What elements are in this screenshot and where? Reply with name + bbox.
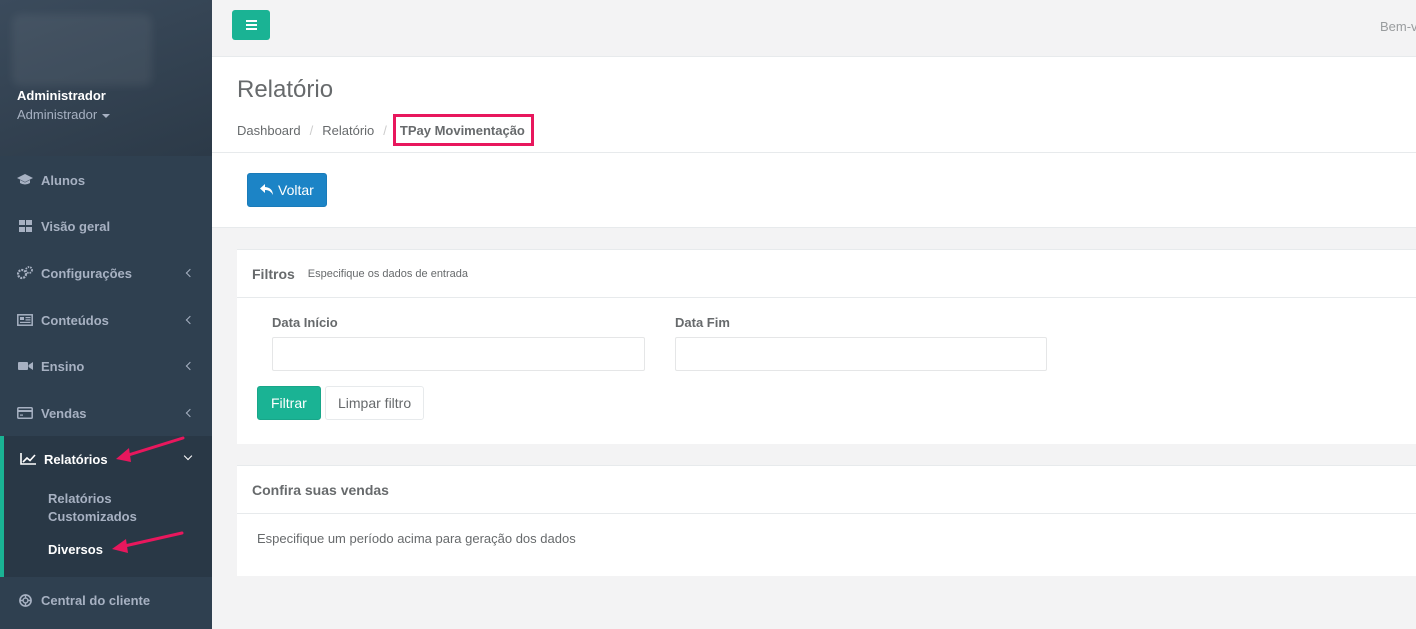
breadcrumb-relatorio[interactable]: Relatório (322, 123, 374, 138)
sidebar-item-label: Visão geral (41, 218, 111, 234)
cogs-icon (17, 266, 33, 280)
hamburger-icon (245, 28, 257, 30)
sales-empty-message: Especifique um período acima para geraçã… (257, 531, 576, 546)
sidebar-item-label: Conteúdos (41, 312, 109, 328)
profile-avatar (12, 14, 152, 86)
sidebar-item-label: Configurações (41, 265, 133, 281)
clear-filter-button[interactable]: Limpar filtro (325, 386, 425, 420)
filters-title: Filtros (252, 265, 295, 282)
reply-icon (260, 184, 273, 195)
submenu-item-relatorios-customizados[interactable]: Relatórios Customizados (48, 490, 168, 526)
th-large-icon (17, 219, 33, 233)
page-heading: Relatório Dashboard / Relatório / TPay M… (212, 57, 1416, 153)
sidebar-item-configuracoes[interactable]: Configurações (0, 250, 212, 296)
filters-subtitle: Especifique os dados de entrada (307, 267, 469, 280)
video-camera-icon (17, 359, 33, 373)
newspaper-icon (17, 313, 33, 327)
chevron-left-icon (185, 315, 195, 325)
chevron-left-icon (185, 268, 195, 278)
chevron-left-icon (185, 408, 195, 418)
breadcrumb-separator: / (383, 122, 387, 138)
filters-panel: Filtros Especifique os dados de entrada … (237, 249, 1416, 444)
end-date-input[interactable] (675, 337, 1047, 371)
breadcrumb: Dashboard / Relatório / TPay Movimentaçã… (237, 114, 534, 146)
profile-role-label: Administrador (17, 107, 98, 122)
sidebar-item-label: Relatórios (44, 451, 108, 467)
sales-panel-header: Confira suas vendas (237, 466, 1416, 514)
back-button-label: Voltar (278, 182, 314, 198)
end-date-label: Data Fim (675, 315, 730, 330)
sidebar-item-visao-geral[interactable]: Visão geral (0, 203, 212, 249)
sales-panel: Confira suas vendas Especifique um perío… (237, 465, 1416, 576)
profile-header: Administrador Administrador (0, 0, 212, 156)
graduation-cap-icon (17, 173, 33, 187)
breadcrumb-dashboard[interactable]: Dashboard (237, 123, 301, 138)
menu-toggle-button[interactable] (232, 10, 270, 40)
sales-title: Confira suas vendas (252, 481, 389, 498)
profile-role-dropdown[interactable]: Administrador (17, 107, 111, 122)
start-date-input[interactable] (272, 337, 645, 371)
caret-down-icon (102, 113, 111, 118)
filters-panel-header: Filtros Especifique os dados de entrada (237, 250, 1416, 298)
sidebar-item-label: Alunos (41, 172, 86, 188)
sidebar-item-alunos[interactable]: Alunos (0, 157, 212, 203)
sidebar-item-label: Vendas (41, 405, 87, 421)
page-title: Relatório (237, 76, 334, 103)
profile-name: Administrador (17, 88, 106, 103)
credit-card-icon (17, 406, 33, 420)
sidebar-item-central-do-cliente[interactable]: Central do cliente (0, 577, 212, 623)
breadcrumb-current: TPay Movimentação (392, 114, 534, 146)
breadcrumb-separator: / (309, 122, 314, 138)
sidebar: Administrador Administrador Alunos Visão… (0, 0, 212, 629)
hamburger-icon (245, 24, 257, 26)
sidebar-item-vendas[interactable]: Vendas (0, 390, 212, 436)
sidebar-item-relatorios[interactable]: Relatórios (0, 436, 212, 482)
sidebar-item-ensino[interactable]: Ensino (0, 343, 212, 389)
sidebar-item-label: Central do cliente (41, 592, 151, 608)
chevron-down-icon (183, 451, 193, 461)
relatorios-submenu: Relatórios Customizados Diversos (0, 482, 212, 577)
line-chart-icon (20, 452, 36, 466)
back-button[interactable]: Voltar (247, 173, 327, 207)
welcome-text: Bem-v (1380, 19, 1416, 34)
topbar: Bem-v (212, 0, 1416, 57)
start-date-label: Data Início (272, 315, 338, 330)
hamburger-icon (245, 20, 257, 22)
filter-button[interactable]: Filtrar (257, 386, 321, 420)
sidebar-item-label: Ensino (41, 358, 85, 374)
life-ring-icon (17, 593, 33, 607)
chevron-left-icon (185, 361, 195, 371)
actions-bar: Voltar (212, 153, 1416, 228)
sidebar-item-conteudos[interactable]: Conteúdos (0, 297, 212, 343)
submenu-item-diversos[interactable]: Diversos (48, 541, 103, 559)
